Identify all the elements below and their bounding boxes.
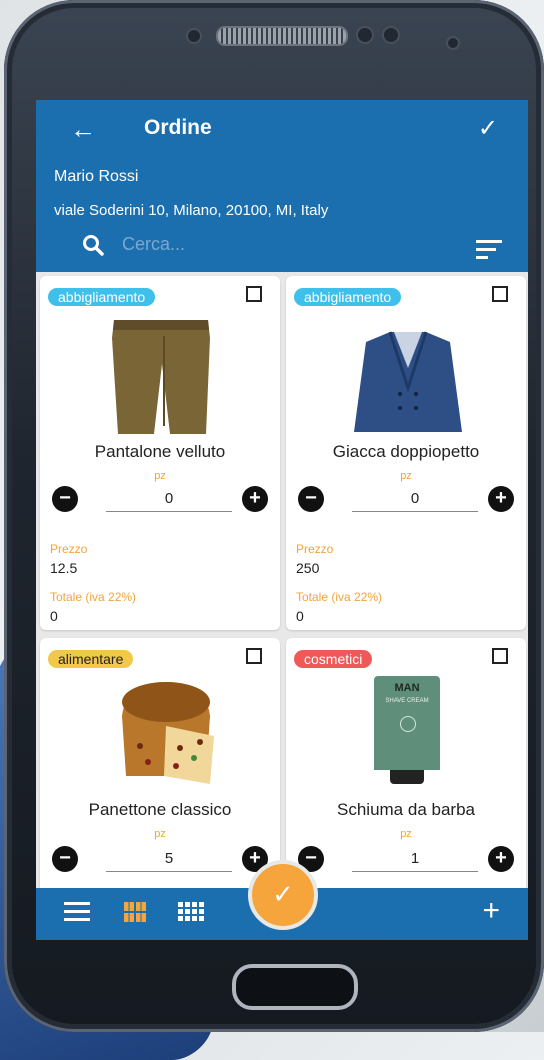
- fullscreen-icon[interactable]: [246, 286, 262, 302]
- app-screen: ← Ordine ✓ Mario Rossi viale Soderini 10…: [36, 100, 528, 940]
- minus-circle-icon[interactable]: −: [298, 486, 324, 512]
- confirm-fab[interactable]: ✓: [248, 860, 318, 930]
- speaker-grille: [216, 26, 348, 46]
- product-name: Giacca doppiopetto: [332, 442, 480, 461]
- fullscreen-icon[interactable]: [246, 648, 262, 664]
- quantity-stepper: − 5 +: [52, 846, 268, 876]
- search-input[interactable]: Cerca...: [122, 234, 185, 255]
- minus-circle-icon[interactable]: −: [52, 486, 78, 512]
- fullscreen-icon[interactable]: [492, 648, 508, 664]
- price-label: Prezzo: [296, 542, 334, 556]
- sort-icon[interactable]: [476, 240, 502, 264]
- quantity-field[interactable]: 1: [352, 850, 478, 872]
- category-tag: abbigliamento: [48, 288, 156, 306]
- check-icon: ✓: [272, 879, 294, 909]
- plus-circle-icon[interactable]: +: [488, 846, 514, 872]
- sensor-icon: [186, 28, 202, 44]
- sensor-icon: [356, 26, 374, 44]
- quantity-field[interactable]: 0: [352, 490, 478, 512]
- category-tag: abbigliamento: [294, 288, 402, 306]
- unit-label: pz: [154, 470, 166, 482]
- list-icon[interactable]: [64, 902, 90, 921]
- product-image: [354, 331, 462, 432]
- unit-label: pz: [400, 470, 412, 482]
- search-bar[interactable]: Cerca...: [76, 228, 456, 264]
- product-card[interactable]: abbigliamento Giacca doppiopetto pz − 0: [286, 276, 526, 630]
- add-icon[interactable]: +: [482, 894, 500, 928]
- total-value: 0: [296, 608, 304, 624]
- page-title: Ordine: [144, 116, 212, 139]
- minus-circle-icon[interactable]: −: [52, 846, 78, 872]
- brand-sub-label: SHAVE CREAM: [385, 698, 429, 704]
- product-name: Panettone classico: [88, 800, 232, 819]
- grid-compact-icon[interactable]: [178, 902, 204, 927]
- product-card[interactable]: alimentare Panettone classico pz − 5 +: [40, 638, 280, 888]
- total-label: Totale (iva 22%): [296, 590, 383, 604]
- quantity-stepper: − 0 +: [52, 486, 268, 516]
- total-value: 0: [50, 608, 58, 624]
- arrow-left-icon[interactable]: ←: [70, 114, 96, 145]
- home-button[interactable]: [232, 964, 358, 1010]
- product-name: Pantalone velluto: [94, 442, 226, 461]
- category-tag: alimentare: [48, 650, 134, 668]
- phone-frame: ← Ordine ✓ Mario Rossi viale Soderini 10…: [4, 0, 544, 1032]
- front-camera-icon: [446, 36, 460, 50]
- product-image: [112, 320, 210, 434]
- quantity-field[interactable]: 5: [106, 850, 232, 872]
- app-header: ← Ordine ✓ Mario Rossi viale Soderini 10…: [36, 100, 528, 272]
- quantity-stepper: − 0 +: [298, 486, 514, 516]
- customer-name: Mario Rossi: [54, 168, 139, 185]
- product-card[interactable]: abbigliamento Pantalone velluto pz − 0 +: [40, 276, 280, 630]
- product-card[interactable]: cosmetici MAN SHAVE CREAM Schiuma da bar…: [286, 638, 526, 888]
- fullscreen-icon[interactable]: [492, 286, 508, 302]
- unit-label: pz: [400, 828, 412, 840]
- price-value: 250: [296, 560, 320, 576]
- product-image: [122, 682, 214, 784]
- sensor-icon: [382, 26, 400, 44]
- search-icon: [83, 235, 104, 256]
- customer-address: viale Soderini 10, Milano, 20100, MI, It…: [54, 202, 329, 219]
- product-grid: abbigliamento Pantalone velluto pz − 0 +: [36, 272, 528, 888]
- quantity-stepper: − 1 +: [298, 846, 514, 876]
- price-label: Prezzo: [50, 542, 88, 556]
- unit-label: pz: [154, 828, 166, 840]
- phone-top-bezel: [4, 0, 544, 100]
- price-value: 12.5: [50, 560, 78, 576]
- quantity-field[interactable]: 0: [106, 490, 232, 512]
- total-label: Totale (iva 22%): [50, 590, 137, 604]
- brand-label: MAN: [394, 682, 420, 694]
- check-icon[interactable]: ✓: [478, 114, 498, 143]
- category-tag: cosmetici: [294, 650, 373, 668]
- product-name: Schiuma da barba: [337, 800, 475, 819]
- plus-circle-icon[interactable]: +: [242, 486, 268, 512]
- grid-icon[interactable]: [124, 902, 146, 927]
- product-image: MAN SHAVE CREAM: [374, 676, 440, 786]
- plus-circle-icon[interactable]: +: [488, 486, 514, 512]
